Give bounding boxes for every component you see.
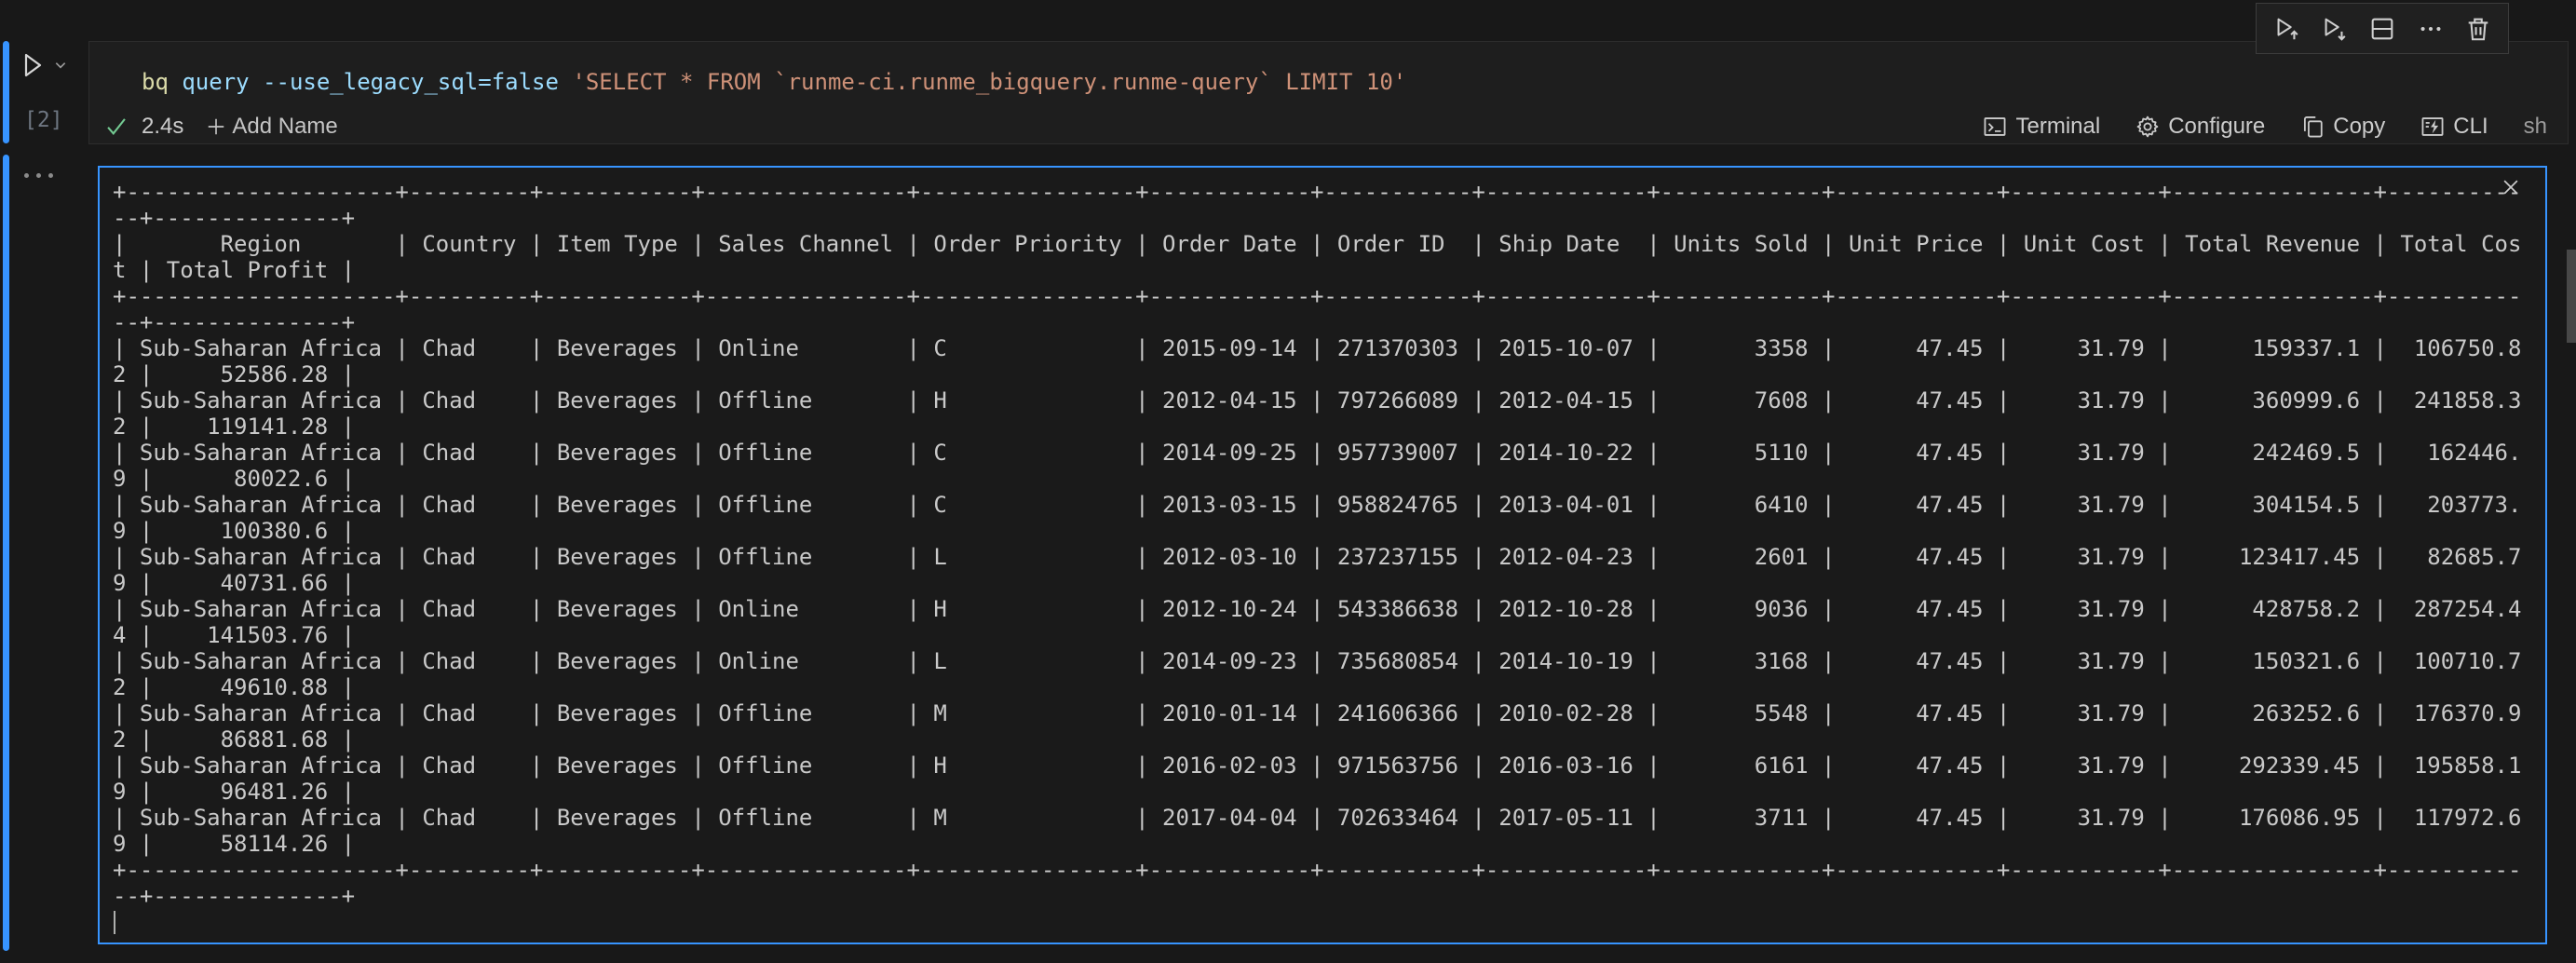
cell-status-left: 2.4s Add Name xyxy=(104,110,338,143)
cell-toolbar xyxy=(2256,3,2509,54)
terminal-line: 9 | 100380.6 | xyxy=(113,518,2521,544)
more-actions-icon[interactable] xyxy=(2415,13,2447,45)
terminal-line: --+--------------+ xyxy=(113,309,2521,335)
editor-scrollbar-thumb[interactable] xyxy=(2567,250,2576,343)
copy-label: Copy xyxy=(2333,114,2385,140)
copy-icon xyxy=(2300,115,2325,139)
command-token xyxy=(169,69,182,95)
cli-button[interactable]: CLI xyxy=(2420,114,2488,140)
success-check-icon xyxy=(104,115,129,139)
terminal-text: +--------------------+---------+--------… xyxy=(113,179,2521,909)
split-cell-icon[interactable] xyxy=(2366,13,2398,45)
terminal-line: 2 | 119141.28 | xyxy=(113,414,2521,440)
command-token: query xyxy=(182,69,249,95)
terminal-button[interactable]: Terminal xyxy=(1983,114,2100,140)
plus-icon xyxy=(206,116,226,137)
terminal-line: | Sub-Saharan Africa | Chad | Beverages … xyxy=(113,387,2521,414)
output-options-ellipsis[interactable] xyxy=(24,168,61,183)
terminal-line: | Sub-Saharan Africa | Chad | Beverages … xyxy=(113,753,2521,779)
terminal-icon xyxy=(1983,115,2007,139)
terminal-line: --+--------------+ xyxy=(113,205,2521,231)
terminal-cursor xyxy=(114,911,115,934)
command-token: 'SELECT * FROM `runme-ci.runme_bigquery.… xyxy=(572,69,1406,95)
terminal-line: +--------------------+---------+--------… xyxy=(113,857,2521,883)
add-name-button[interactable]: Add Name xyxy=(206,114,337,140)
execution-count: [2] xyxy=(24,108,63,132)
terminal-line: | Sub-Saharan Africa | Chad | Beverages … xyxy=(113,648,2521,674)
delete-cell-icon[interactable] xyxy=(2462,13,2494,45)
terminal-line: 9 | 96481.26 | xyxy=(113,779,2521,805)
terminal-line: 2 | 52586.28 | xyxy=(113,361,2521,387)
terminal-line: | Sub-Saharan Africa | Chad | Beverages … xyxy=(113,440,2521,466)
terminal-line: 2 | 49610.88 | xyxy=(113,674,2521,700)
command-line-editor[interactable]: bq query --use_legacy_sql=false 'SELECT … xyxy=(142,67,1406,97)
terminal-line: 2 | 86881.68 | xyxy=(113,726,2521,753)
ellipsis-dot xyxy=(48,173,53,178)
terminal-line: | Region | Country | Item Type | Sales C… xyxy=(113,231,2521,257)
terminal-line: | Sub-Saharan Africa | Chad | Beverages … xyxy=(113,544,2521,570)
command-token xyxy=(250,69,263,95)
terminal-line: +--------------------+---------+--------… xyxy=(113,283,2521,309)
terminal-line: 9 | 80022.6 | xyxy=(113,466,2521,492)
cli-label: CLI xyxy=(2453,114,2488,140)
ellipsis-dot xyxy=(24,173,29,178)
terminal-line: --+--------------+ xyxy=(113,883,2521,909)
chevron-down-icon xyxy=(54,59,67,72)
terminal-output-panel[interactable]: +--------------------+---------+--------… xyxy=(98,166,2547,944)
terminal-line: | Sub-Saharan Africa | Chad | Beverages … xyxy=(113,596,2521,622)
terminal-line: | Sub-Saharan Africa | Chad | Beverages … xyxy=(113,700,2521,726)
terminal-line: | Sub-Saharan Africa | Chad | Beverages … xyxy=(113,805,2521,831)
terminal-line: 9 | 40731.66 | xyxy=(113,570,2521,596)
terminal-line: 9 | 58114.26 | xyxy=(113,831,2521,857)
terminal-line: | Sub-Saharan Africa | Chad | Beverages … xyxy=(113,335,2521,361)
configure-label: Configure xyxy=(2168,114,2265,140)
run-cell-button[interactable] xyxy=(17,48,75,82)
play-icon xyxy=(17,50,47,80)
execute-above-icon[interactable] xyxy=(2271,13,2302,45)
cli-bolt-icon xyxy=(2420,115,2445,139)
terminal-line: | Sub-Saharan Africa | Chad | Beverages … xyxy=(113,492,2521,518)
configure-button[interactable]: Configure xyxy=(2135,114,2265,140)
cell-status-right: Terminal Configure Copy CL xyxy=(1983,110,2547,143)
command-token: bq xyxy=(142,69,169,95)
terminal-line: +--------------------+---------+--------… xyxy=(113,179,2521,205)
command-token xyxy=(559,69,572,95)
execution-duration: 2.4s xyxy=(142,114,183,140)
terminal-line: 4 | 141503.76 | xyxy=(113,622,2521,648)
cell-focus-indicator[interactable] xyxy=(3,41,9,143)
ellipsis-dot xyxy=(36,173,41,178)
close-icon[interactable] xyxy=(2499,175,2523,199)
output-focus-indicator[interactable] xyxy=(3,155,9,951)
terminal-label: Terminal xyxy=(2015,114,2100,140)
gear-icon xyxy=(2135,115,2160,139)
language-indicator[interactable]: sh xyxy=(2524,114,2547,140)
copy-button[interactable]: Copy xyxy=(2300,114,2385,140)
add-name-label: Add Name xyxy=(232,114,337,140)
terminal-line: t | Total Profit | xyxy=(113,257,2521,283)
execute-below-icon[interactable] xyxy=(2318,13,2350,45)
command-token: --use_legacy_sql=false xyxy=(263,69,559,95)
